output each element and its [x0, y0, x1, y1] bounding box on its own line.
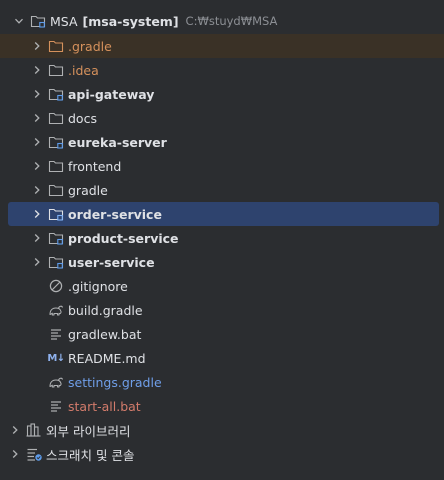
library-icon — [26, 422, 42, 438]
tree-item-label: .gitignore — [68, 278, 128, 294]
scratch-icon — [26, 446, 42, 462]
module-folder-icon — [48, 134, 64, 150]
tree-item-label: gradlew.bat — [68, 326, 142, 342]
tree-item-label: gradle — [68, 182, 108, 198]
chevron-right-icon[interactable] — [30, 63, 44, 77]
tree-item-label: product-service — [68, 230, 179, 246]
tree-item-start-all-bat[interactable]: start-all.bat — [0, 394, 444, 418]
chevron-right-icon[interactable] — [8, 423, 22, 437]
tree-item-label: README.md — [68, 350, 146, 366]
tree-item-label: user-service — [68, 254, 155, 270]
module-folder-icon — [48, 206, 64, 222]
tree-item-idea[interactable]: .idea — [0, 58, 444, 82]
folder-icon — [48, 62, 64, 78]
tree-item-eureka-server[interactable]: eureka-server — [0, 130, 444, 154]
chevron-right-icon[interactable] — [30, 135, 44, 149]
tree-item-readme[interactable]: M↓ README.md — [0, 346, 444, 370]
module-folder-icon — [30, 13, 46, 29]
chevron-down-icon[interactable] — [12, 14, 26, 28]
tree-item-label: settings.gradle — [68, 374, 162, 390]
tree-item-label: build.gradle — [68, 302, 143, 318]
tree-item-label: api-gateway — [68, 86, 155, 102]
tree-item-gitignore[interactable]: .gitignore — [0, 274, 444, 298]
project-tree: MSA [msa-system] C:₩stuyd₩MSA .gradle .i… — [0, 0, 444, 480]
chevron-right-icon[interactable] — [30, 231, 44, 245]
chevron-right-icon[interactable] — [30, 39, 44, 53]
tree-item-label: order-service — [68, 206, 162, 222]
tree-item-label: eureka-server — [68, 134, 167, 150]
folder-icon — [48, 38, 64, 54]
chevron-right-icon[interactable] — [30, 87, 44, 101]
chevron-right-icon[interactable] — [30, 111, 44, 125]
chevron-right-icon[interactable] — [30, 159, 44, 173]
chevron-right-icon[interactable] — [30, 207, 44, 221]
chevron-right-icon[interactable] — [8, 447, 22, 461]
tree-item-product-service[interactable]: product-service — [0, 226, 444, 250]
project-path: C:₩stuyd₩MSA — [185, 14, 278, 28]
chevron-right-icon[interactable] — [30, 183, 44, 197]
tree-item-docs[interactable]: docs — [0, 106, 444, 130]
module-folder-icon — [48, 254, 64, 270]
module-folder-icon — [48, 86, 64, 102]
markdown-icon: M↓ — [47, 352, 65, 364]
text-file-icon — [48, 398, 64, 414]
tree-item-gradle[interactable]: gradle — [0, 178, 444, 202]
project-module-name: [msa-system] — [82, 13, 179, 29]
tree-item-frontend[interactable]: frontend — [0, 154, 444, 178]
text-file-icon — [48, 326, 64, 342]
gradle-elephant-icon — [48, 374, 64, 390]
tree-item-external-libraries[interactable]: 외부 라이브러리 — [0, 418, 444, 442]
tree-item-label: .gradle — [68, 38, 112, 54]
chevron-right-icon[interactable] — [30, 255, 44, 269]
tree-item-label: 스크래치 및 콘솔 — [46, 447, 135, 463]
tree-item-gradlew-bat[interactable]: gradlew.bat — [0, 322, 444, 346]
tree-item-label: docs — [68, 110, 97, 126]
project-name: MSA — [50, 13, 78, 29]
tree-item-user-service[interactable]: user-service — [0, 250, 444, 274]
module-folder-icon — [48, 230, 64, 246]
folder-icon — [48, 110, 64, 126]
tree-item-label: frontend — [68, 158, 122, 174]
tree-item-label: .idea — [68, 62, 99, 78]
tree-root-msa[interactable]: MSA [msa-system] C:₩stuyd₩MSA — [0, 9, 444, 33]
folder-icon — [48, 182, 64, 198]
tree-item-build-gradle[interactable]: build.gradle — [0, 298, 444, 322]
tree-item-gradle-cache[interactable]: .gradle — [0, 34, 444, 58]
gradle-elephant-icon — [48, 302, 64, 318]
tree-item-scratches[interactable]: 스크래치 및 콘솔 — [0, 442, 444, 466]
ignore-file-icon — [48, 278, 64, 294]
tree-item-api-gateway[interactable]: api-gateway — [0, 82, 444, 106]
tree-item-settings-gradle[interactable]: settings.gradle — [0, 370, 444, 394]
tree-item-label: 외부 라이브러리 — [46, 423, 131, 439]
tree-item-order-service[interactable]: order-service — [8, 202, 439, 226]
tree-item-label: start-all.bat — [68, 398, 141, 414]
folder-icon — [48, 158, 64, 174]
